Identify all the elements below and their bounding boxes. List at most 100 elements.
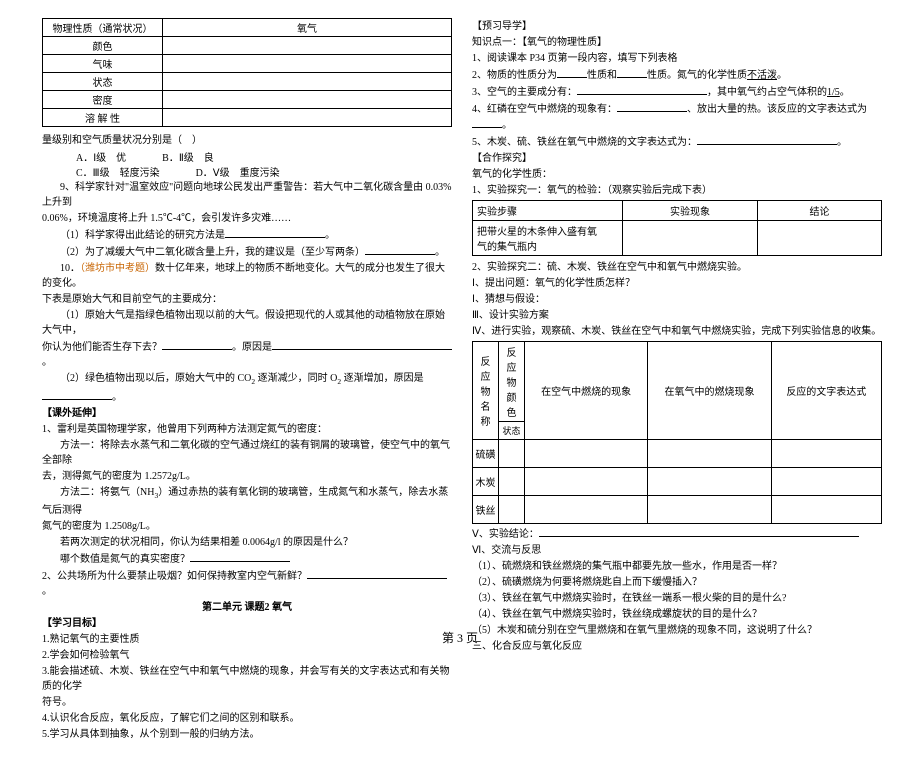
r-l4b: 、放出大量的热。该反应的文字表达式为: [687, 104, 867, 115]
q10-line2: 下表是原始大气和目前空气的主要成分：: [42, 292, 452, 307]
rxn-h-a1: 反 应: [475, 353, 496, 383]
blank: [225, 227, 325, 238]
prop-header-1: 物理性质（通常状况）: [43, 19, 163, 37]
blank: [272, 339, 452, 350]
reflect-3: （3）、铁丝在氧气中燃烧实验时，在铁丝一端系一根火柴的目的是什么?: [472, 591, 882, 606]
period: 。: [325, 230, 335, 241]
blank: [162, 339, 232, 350]
blank: [617, 67, 647, 78]
ext-m1b: 去，测得氮气的密度为 1.2572g/L。: [42, 469, 452, 484]
prop-header-2: 氧气: [163, 19, 452, 37]
exp2-heading: 2、实验探究二：硫、木炭、铁丝在空气中和氧气中燃烧实验。: [472, 260, 882, 275]
question-intro: 量级别和空气质量状况分别是（ ）: [42, 133, 452, 148]
q10-sub1b: 你认为他们能否生存下去？。原因是。: [42, 339, 452, 370]
q10-sub1a: （1）原始大气是指绿色植物出现以前的大气。假设把现代的人或其他的动植物放在原始大…: [42, 308, 452, 338]
blank: [557, 67, 587, 78]
q10-highlight: （潍坊市中考题）: [80, 263, 155, 274]
blank: [539, 526, 859, 537]
option-a: A．Ⅰ级 优: [76, 149, 126, 164]
r-line2: 2、物质的性质分为性质和性质。氮气的化学性质不活泼。: [472, 67, 882, 83]
goal-2: 2.学会如何检验氧气: [42, 648, 452, 663]
q10-sub2-text1: （2）绿色植物出现以后，原始大气中的 CO: [60, 373, 251, 384]
reflect-1: （1）、硫燃烧和铁丝燃烧的集气瓶中都要先放一些水，作用是否一样？: [472, 559, 882, 574]
ext-m2: 方法二：将氨气（NH3）通过赤热的装有氧化铜的玻璃管，生成氮气和水蒸气，除去水蒸…: [42, 485, 452, 518]
goal-3a: 3.能会描述硫、木炭、铁丝在空气中和氧气中燃烧的现象，并会写有关的文字表达式和有…: [42, 664, 452, 694]
period: 。: [837, 137, 847, 148]
q9-sub1: （1）科学家得出此结论的研究方法是 。: [42, 227, 452, 243]
reaction-table: 反 应 物 名 称 反 应 物 颜 色 在空气中燃烧的现象 在氧气中的燃烧现象 …: [472, 341, 882, 524]
prop-row-density: 密度: [43, 91, 163, 109]
q9-line1: 9、科学家针对"温室效应"问题向地球公民发出严重警告：若大气中二氧化碳含量由 0…: [42, 180, 452, 210]
prop-row-color: 颜色: [43, 37, 163, 55]
rxn-h-b2: 物 颜: [501, 374, 522, 404]
ext-m2b: 氮气的密度为 1.2508g/L。: [42, 519, 452, 534]
option-c: C．Ⅲ级 轻度污染: [76, 164, 160, 179]
reflect-heading: Ⅵ、交流与反思: [472, 543, 882, 558]
page-footer: 第 3 页: [0, 629, 920, 646]
rxn-row-iron: 铁丝: [473, 496, 499, 524]
q10-sub2: （2）绿色植物出现以后，原始大气中的 CO2 逐渐减少，同时 O2 逐渐增加，原…: [42, 371, 452, 405]
coop-heading: 【合作探究】: [472, 151, 882, 166]
exp1-h2: 实验现象: [623, 201, 758, 221]
q10-sub1c-text: 。原因是: [232, 342, 272, 353]
knowledge-point-1: 知识点一：【氧气的物理性质】: [472, 35, 882, 50]
rxn-h-oxygen: 在氧气中的燃烧现象: [648, 342, 771, 440]
r-l2a: 2、物质的性质分为: [472, 70, 557, 81]
concl-label: Ⅴ、实验结论：: [472, 529, 539, 540]
coop-sub: 氧气的化学性质：: [472, 167, 882, 182]
unit-title: 第二单元 课题2 氧气: [42, 600, 452, 615]
q10-sub2-text2: 逐渐减少，同时 O: [255, 373, 337, 384]
rxn-h-substance: 反 应 物 名 称: [473, 342, 499, 440]
rxn-row-sulfur: 硫磺: [473, 440, 499, 468]
q10-line1: 10．（潍坊市中考题）数十亿年来，地球上的物质不断地变化。大气的成分也发生了很大…: [42, 261, 452, 291]
preview-heading: 【预习导学】: [472, 19, 882, 34]
period: 。: [435, 247, 445, 258]
r-l3a: 3、空气的主要成分有：: [472, 87, 577, 98]
blank: [190, 551, 290, 562]
r-l2c: 性质。氮气的化学性质: [647, 70, 747, 81]
q9-sub2: （2）为了减缓大气中二氧化碳含量上升，我的建议是（至少写两条） 。: [42, 244, 452, 260]
period: 。: [502, 120, 512, 131]
rxn-h-b3: 色: [501, 404, 522, 419]
r-line1: 1、阅读课本 P34 页第一段内容，填写下列表格: [472, 51, 882, 66]
r-l3b: ，其中氧气约占空气体积的: [707, 87, 827, 98]
ext-q2: 哪个数值是氮气的真实密度？: [42, 551, 452, 567]
r-l2b: 性质和: [587, 70, 617, 81]
rxn-h-color: 反 应 物 颜 色: [499, 342, 525, 422]
q9-sub2-text: （2）为了减缓大气中二氧化碳含量上升，我的建议是（至少写两条）: [60, 247, 365, 258]
rxn-h-a3: 称: [475, 413, 496, 428]
q10-sub2-text3: 逐渐增加，原因是: [341, 373, 424, 384]
property-table: 物理性质（通常状况） 氧气 颜色 气味 状态 密度 溶 解 性: [42, 18, 452, 127]
exp1-step-l2: 气的集气瓶内: [477, 238, 618, 253]
r-l5a: 5、木炭、硫、铁丝在氧气中燃烧的文字表达式为：: [472, 137, 697, 148]
blank: [472, 117, 502, 128]
q10-prefix: 10．: [60, 263, 80, 274]
q10-sub1b-text: 你认为他们能否生存下去？: [42, 342, 162, 353]
rxn-row-charcoal: 木炭: [473, 468, 499, 496]
period: 。: [112, 392, 122, 403]
reflect-4: （4）、铁丝在氧气中燃烧实验时，铁丝绕成螺旋状的目的是什么？: [472, 607, 882, 622]
reflect-2: （2）、硫磺燃烧为何要将燃烧匙自上而下缓慢插入？: [472, 575, 882, 590]
r-l3c: 1/5: [827, 87, 840, 98]
q9-sub1-text: （1）科学家得出此结论的研究方法是: [60, 230, 225, 241]
exp1-step-l1: 把带火星的木条伸入盛有氧: [477, 223, 618, 238]
q9-line2: 0.06%，环境温度将上升 1.5℃-4℃，会引发许多灾难……: [42, 211, 452, 226]
exp-conclusion: Ⅴ、实验结论：: [472, 526, 882, 542]
option-b: B．Ⅱ级 良: [162, 149, 214, 164]
options-row-1: A．Ⅰ级 优 B．Ⅱ级 良: [42, 149, 452, 164]
exp1-table: 实验步骤 实验现象 结论 把带火星的木条伸入盛有氧 气的集气瓶内: [472, 200, 882, 256]
exp1-step: 把带火星的木条伸入盛有氧 气的集气瓶内: [473, 221, 623, 256]
options-row-2: C．Ⅲ级 轻度污染 D．Ⅴ级 重度污染: [42, 164, 452, 179]
blank: [697, 134, 837, 145]
r-line3: 3、空气的主要成分有：，其中氧气约占空气体积的1/5。: [472, 84, 882, 100]
rxn-h-state: 状态: [499, 422, 525, 440]
period: 。: [42, 586, 52, 597]
r-line4: 4、红磷在空气中燃烧的现象有：、放出大量的热。该反应的文字表达式为。: [472, 101, 882, 133]
ext-2: 2、公共场所为什么要禁止吸烟？如何保持教室内空气新鲜？。: [42, 568, 452, 599]
period: 。: [777, 70, 787, 81]
exp2-2: Ⅰ、猜想与假设：: [472, 292, 882, 307]
rxn-h-expr: 反应的文字表达式: [771, 342, 881, 440]
blank: [307, 568, 447, 579]
prop-row-state: 状态: [43, 73, 163, 91]
r-line5: 5、木炭、硫、铁丝在氧气中燃烧的文字表达式为： 。: [472, 134, 882, 150]
